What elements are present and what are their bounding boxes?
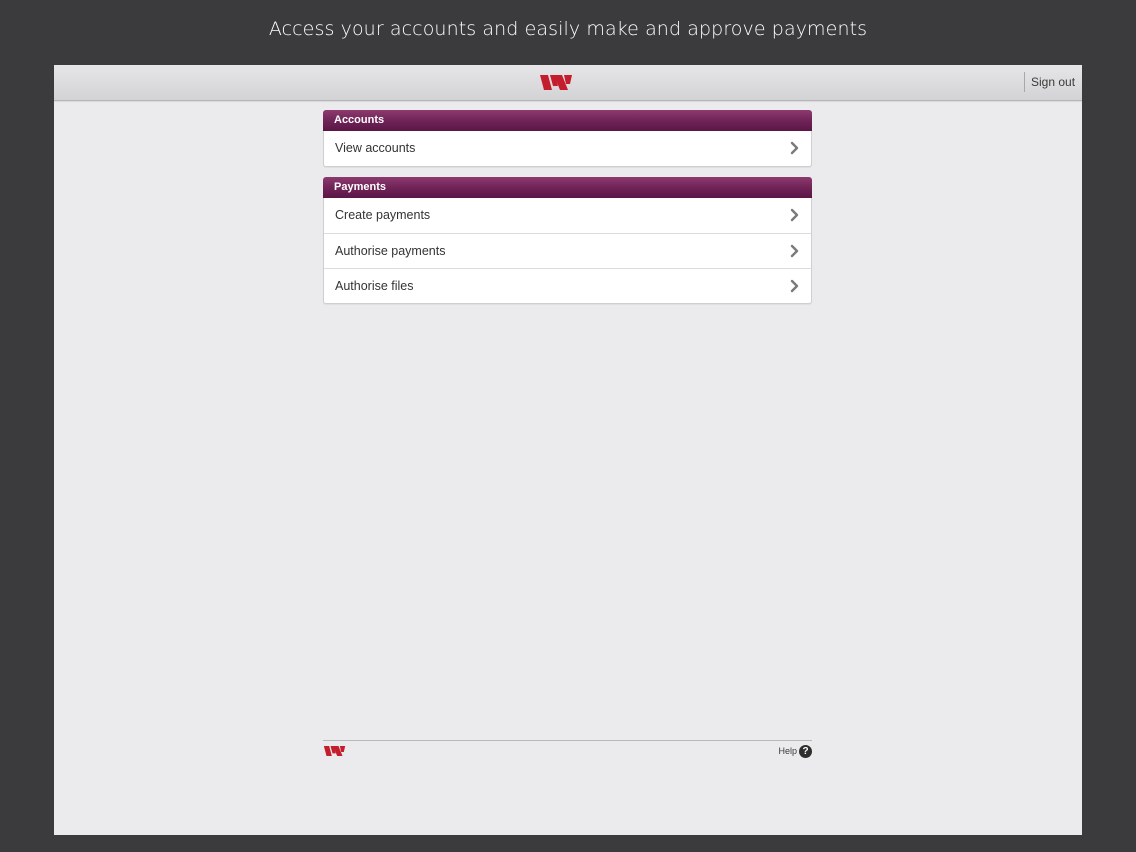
menu-item-create-payments[interactable]: Create payments: [324, 198, 811, 233]
menu-item-label: Authorise payments: [335, 244, 446, 258]
main-menu: Accounts View accounts Payments Create p…: [323, 110, 812, 314]
accounts-list: View accounts: [323, 131, 812, 167]
chevron-right-icon: [790, 208, 799, 222]
section-header-payments: Payments: [323, 177, 812, 198]
footer: Help ?: [323, 740, 812, 758]
chevron-right-icon: [790, 244, 799, 258]
top-bar: Sign out: [54, 65, 1082, 101]
menu-item-label: View accounts: [335, 141, 416, 155]
menu-item-authorise-payments[interactable]: Authorise payments: [324, 233, 811, 268]
westpac-logo-icon: [540, 75, 572, 90]
promo-caption: Access your accounts and easily make and…: [268, 18, 868, 40]
help-label: Help: [778, 746, 797, 756]
sign-out-divider: [1024, 72, 1025, 92]
question-mark-icon: ?: [799, 745, 812, 758]
sign-out-button[interactable]: Sign out: [1031, 75, 1076, 89]
chevron-right-icon: [790, 141, 799, 155]
westpac-logo-icon: [323, 746, 346, 756]
payments-list: Create payments Authorise payments Autho…: [323, 198, 812, 304]
menu-item-view-accounts[interactable]: View accounts: [324, 131, 811, 166]
menu-item-authorise-files[interactable]: Authorise files: [324, 268, 811, 303]
section-payments: Payments Create payments Authorise payme…: [323, 177, 812, 304]
section-accounts: Accounts View accounts: [323, 110, 812, 167]
menu-item-label: Authorise files: [335, 279, 414, 293]
section-header-accounts: Accounts: [323, 110, 812, 131]
chevron-right-icon: [790, 279, 799, 293]
app-screen: Sign out Accounts View accounts Payments…: [54, 65, 1082, 835]
menu-item-label: Create payments: [335, 208, 431, 222]
